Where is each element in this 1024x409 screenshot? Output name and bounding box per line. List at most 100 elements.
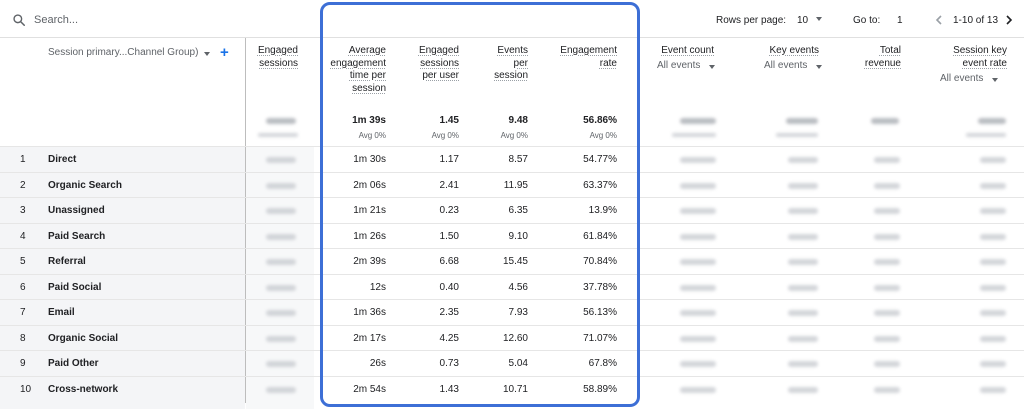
row-channel-name[interactable]: Direct bbox=[48, 154, 76, 165]
blurred-cell bbox=[980, 182, 1006, 189]
table-row[interactable]: 10 Cross-network 2m 54s 1.43 10.71 58.89% bbox=[0, 375, 1024, 402]
table-row[interactable]: 5 Referral 2m 39s 6.68 15.45 70.84% bbox=[0, 248, 1024, 274]
row-index: 3 bbox=[20, 205, 26, 217]
blurred-cell bbox=[266, 335, 296, 342]
search-icon[interactable] bbox=[12, 13, 26, 27]
chevron-down-icon[interactable] bbox=[204, 52, 210, 56]
cell-events-per-session: 9.10 bbox=[508, 230, 528, 242]
row-index: 7 bbox=[20, 307, 26, 319]
blurred-cell bbox=[788, 157, 818, 163]
header-engagement-rate[interactable]: Engagement rate bbox=[560, 45, 617, 70]
cell-engagement-rate: 54.77% bbox=[583, 154, 617, 165]
header-events-per-session[interactable]: Events per session bbox=[494, 45, 528, 83]
table-row[interactable]: 2 Organic Search 2m 06s 2.41 11.95 63.37% bbox=[0, 171, 1024, 198]
blurred-cell bbox=[680, 208, 716, 215]
dimension-header[interactable]: Session primary...Channel Group) bbox=[48, 47, 198, 58]
blurred-cell bbox=[874, 157, 900, 163]
row-channel-name[interactable]: Paid Search bbox=[48, 231, 105, 242]
cell-events-per-session: 15.45 bbox=[502, 256, 528, 268]
chevron-down-icon[interactable] bbox=[816, 17, 822, 21]
chevron-right-icon[interactable] bbox=[1003, 14, 1015, 26]
header-engaged-sessions[interactable]: Engaged sessions bbox=[258, 45, 298, 70]
row-channel-name[interactable]: Paid Other bbox=[48, 358, 99, 369]
blurred-cell bbox=[680, 361, 716, 368]
header-session-key-event-rate[interactable]: Session key event rate bbox=[953, 45, 1007, 70]
blurred-cell bbox=[680, 157, 716, 163]
cell-avg-engagement: 1m 21s bbox=[353, 205, 386, 217]
row-channel-name[interactable]: Cross-network bbox=[48, 384, 118, 395]
header-event-count[interactable]: Event count bbox=[661, 45, 714, 58]
goto-input[interactable]: 1 bbox=[897, 15, 903, 26]
cell-events-per-session: 6.35 bbox=[508, 205, 528, 217]
header-key-events[interactable]: Key events bbox=[770, 45, 819, 58]
chevron-down-icon[interactable] bbox=[992, 78, 998, 82]
row-index: 4 bbox=[20, 230, 26, 242]
row-channel-name[interactable]: Email bbox=[48, 307, 75, 318]
blurred-cell bbox=[788, 284, 818, 291]
cell-avg-engagement: 2m 06s bbox=[353, 179, 386, 191]
blurred-total bbox=[776, 133, 818, 137]
blurred-cell bbox=[874, 208, 900, 215]
total-engagement-rate-sub: Avg 0% bbox=[589, 131, 617, 140]
search-input[interactable] bbox=[34, 11, 334, 29]
header-engaged-sessions-per-user[interactable]: Engaged sessions per user bbox=[419, 45, 459, 83]
table-row[interactable]: 7 Email 1m 36s 2.35 7.93 56.13% bbox=[0, 299, 1024, 325]
cell-events-per-session: 8.57 bbox=[508, 154, 528, 165]
blurred-cell bbox=[874, 310, 900, 317]
cell-engagement-rate: 70.84% bbox=[583, 256, 617, 268]
blurred-cell bbox=[874, 284, 900, 291]
row-channel-name[interactable]: Referral bbox=[48, 256, 86, 267]
key-events-filter[interactable]: All events bbox=[764, 60, 807, 71]
row-channel-name[interactable]: Paid Social bbox=[48, 282, 101, 293]
row-index: 10 bbox=[20, 383, 32, 395]
cell-avg-engagement: 2m 54s bbox=[353, 383, 386, 395]
table-toolbar: Rows per page: 10 Go to: 1 1-10 of 13 bbox=[0, 0, 1024, 38]
blurred-cell bbox=[980, 208, 1006, 215]
add-dimension-icon[interactable]: + bbox=[220, 45, 229, 60]
table-row[interactable]: 3 Unassigned 1m 21s 0.23 6.35 13.9% bbox=[0, 197, 1024, 223]
cell-events-per-session: 7.93 bbox=[508, 307, 528, 319]
blurred-cell bbox=[874, 259, 900, 266]
blurred-cell bbox=[266, 284, 296, 291]
blurred-cell bbox=[874, 182, 900, 189]
blurred-total bbox=[672, 133, 716, 137]
cell-engaged-per-user: 1.50 bbox=[439, 230, 459, 242]
header-average-engagement-time[interactable]: Average engagement time per session bbox=[330, 45, 386, 95]
cell-engaged-per-user: 0.73 bbox=[439, 358, 459, 370]
blurred-cell bbox=[874, 335, 900, 342]
rows-per-page-label: Rows per page: bbox=[716, 15, 787, 26]
blurred-cell bbox=[680, 233, 716, 240]
total-engaged-per-user-sub: Avg 0% bbox=[431, 131, 459, 140]
table-row[interactable]: 4 Paid Search 1m 26s 1.50 9.10 61.84% bbox=[0, 222, 1024, 249]
cell-avg-engagement: 2m 39s bbox=[353, 256, 386, 268]
cell-engagement-rate: 71.07% bbox=[583, 332, 617, 344]
row-channel-name[interactable]: Organic Social bbox=[48, 333, 118, 344]
cell-engagement-rate: 67.8% bbox=[588, 358, 617, 370]
table-row[interactable]: 9 Paid Other 26s 0.73 5.04 67.8% bbox=[0, 350, 1024, 376]
blurred-total bbox=[680, 118, 716, 124]
row-index: 9 bbox=[20, 358, 26, 370]
blurred-cell bbox=[788, 208, 818, 215]
blurred-cell bbox=[788, 361, 818, 368]
chevron-down-icon[interactable] bbox=[816, 65, 822, 69]
page-range: 1-10 of 13 bbox=[953, 15, 999, 26]
table-row[interactable]: 6 Paid Social 12s 0.40 4.56 37.78% bbox=[0, 273, 1024, 300]
blurred-cell bbox=[980, 284, 1006, 291]
blurred-cell bbox=[980, 259, 1006, 266]
table-row[interactable]: 1 Direct 1m 30s 1.17 8.57 54.77% bbox=[0, 146, 1024, 172]
total-avg-engagement-sub: Avg 0% bbox=[358, 131, 386, 140]
goto-label: Go to: bbox=[853, 15, 881, 26]
chevron-left-icon[interactable] bbox=[933, 14, 945, 26]
chevron-down-icon[interactable] bbox=[709, 65, 715, 69]
row-channel-name[interactable]: Unassigned bbox=[48, 205, 105, 216]
row-channel-name[interactable]: Organic Search bbox=[48, 180, 122, 191]
table-row[interactable]: 8 Organic Social 2m 17s 4.25 12.60 71.07% bbox=[0, 324, 1024, 351]
total-engaged-per-user: 1.45 bbox=[439, 115, 459, 126]
blurred-cell bbox=[680, 386, 716, 393]
session-key-filter[interactable]: All events bbox=[940, 73, 983, 84]
event-count-filter[interactable]: All events bbox=[657, 60, 700, 71]
cell-engaged-per-user: 0.23 bbox=[439, 205, 459, 217]
header-total-revenue[interactable]: Total revenue bbox=[865, 45, 901, 70]
rows-per-page-select[interactable]: 10 bbox=[797, 15, 808, 26]
cell-avg-engagement: 12s bbox=[369, 281, 386, 293]
